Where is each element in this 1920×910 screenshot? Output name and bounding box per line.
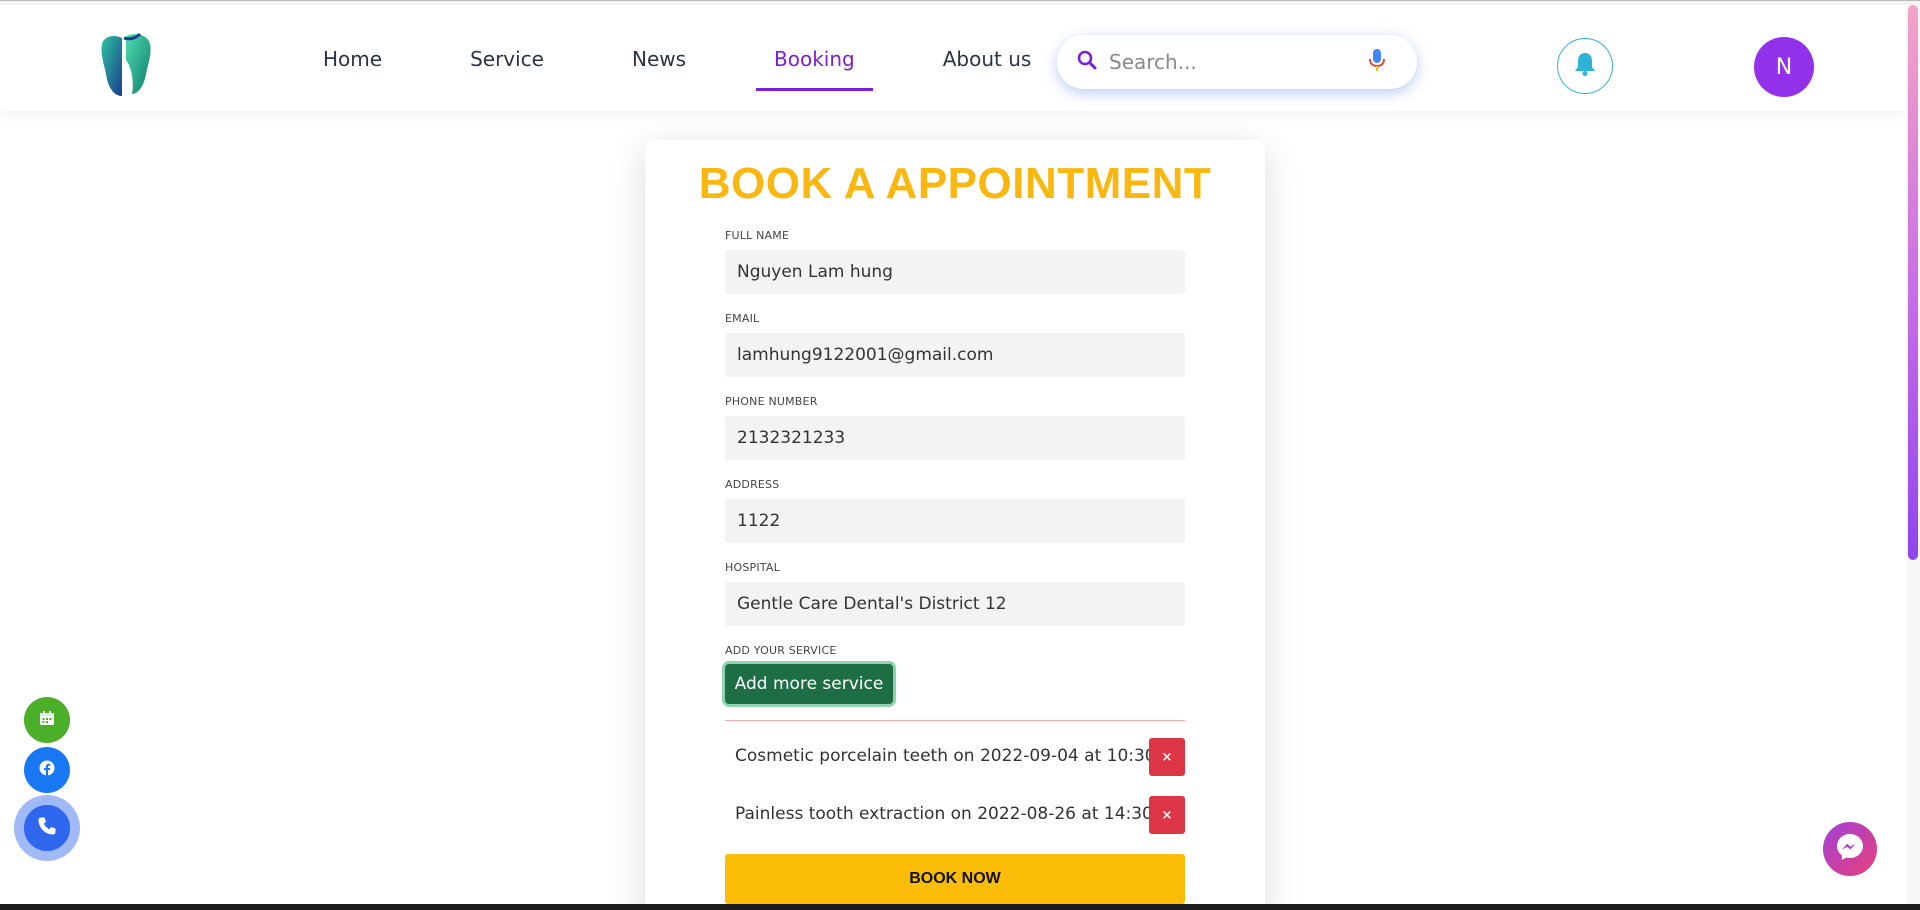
- add-service-button[interactable]: Add more service: [725, 664, 893, 704]
- main-nav: Home Service News Booking About us: [305, 47, 1101, 91]
- remove-service-button[interactable]: ×: [1149, 738, 1185, 776]
- microphone-icon[interactable]: [1369, 48, 1385, 76]
- facebook-float-button[interactable]: [24, 747, 70, 793]
- tooth-logo[interactable]: [96, 30, 156, 100]
- address-field[interactable]: 1122: [725, 499, 1185, 543]
- phone-icon: [37, 816, 57, 840]
- user-avatar[interactable]: N: [1754, 37, 1814, 97]
- nav-booking[interactable]: Booking: [756, 47, 873, 91]
- address-label: ADDRESS: [725, 478, 780, 491]
- notifications-button[interactable]: [1557, 38, 1613, 94]
- service-label: ADD YOUR SERVICE: [725, 644, 837, 657]
- phone-float-button[interactable]: [22, 803, 72, 853]
- full-name-field[interactable]: Nguyen Lam hung: [725, 250, 1185, 294]
- site-header: Home Service News Booking About us Searc…: [0, 5, 1906, 111]
- full-name-label: FULL NAME: [725, 229, 790, 242]
- search-input[interactable]: [1109, 50, 1369, 74]
- service-item: Cosmetic porcelain teeth on 2022-09-04 a…: [725, 738, 1185, 778]
- scrollbar-thumb[interactable]: [1908, 5, 1918, 560]
- calendar-icon: [39, 710, 55, 730]
- search-icon: [1077, 50, 1097, 74]
- nav-service[interactable]: Service: [452, 47, 562, 91]
- phone-float-ring: [14, 795, 80, 861]
- service-item: Painless tooth extraction on 2022-08-26 …: [725, 796, 1185, 836]
- email-field[interactable]: lamhung9122001@gmail.com: [725, 333, 1185, 377]
- nav-about-us[interactable]: About us: [925, 47, 1050, 91]
- window-bottom-edge: [0, 904, 1920, 910]
- phone-field[interactable]: 2132321233: [725, 416, 1185, 460]
- messenger-float-button[interactable]: [1823, 822, 1877, 876]
- services-divider: [725, 720, 1185, 721]
- nav-news[interactable]: News: [614, 47, 704, 91]
- booking-card: BOOK A APPOINTMENT FULL NAME Nguyen Lam …: [645, 140, 1265, 910]
- book-now-button[interactable]: BOOK NOW: [725, 854, 1185, 904]
- email-label: EMAIL: [725, 312, 760, 325]
- remove-service-button[interactable]: ×: [1149, 796, 1185, 834]
- phone-label: PHONE NUMBER: [725, 395, 818, 408]
- hospital-select[interactable]: Gentle Care Dental's District 12: [725, 582, 1185, 626]
- messenger-icon: [1834, 831, 1866, 867]
- service-item-text: Cosmetic porcelain teeth on 2022-09-04 a…: [735, 746, 1183, 766]
- search-bar: [1057, 35, 1417, 89]
- service-item-text: Painless tooth extraction on 2022-08-26 …: [735, 804, 1181, 824]
- nav-home[interactable]: Home: [305, 47, 400, 91]
- bell-icon: [1572, 51, 1598, 81]
- calendar-float-button[interactable]: [24, 697, 70, 743]
- hospital-label: HOSPITAL: [725, 561, 780, 574]
- page-title: BOOK A APPOINTMENT: [698, 159, 1212, 208]
- facebook-icon: [39, 760, 55, 780]
